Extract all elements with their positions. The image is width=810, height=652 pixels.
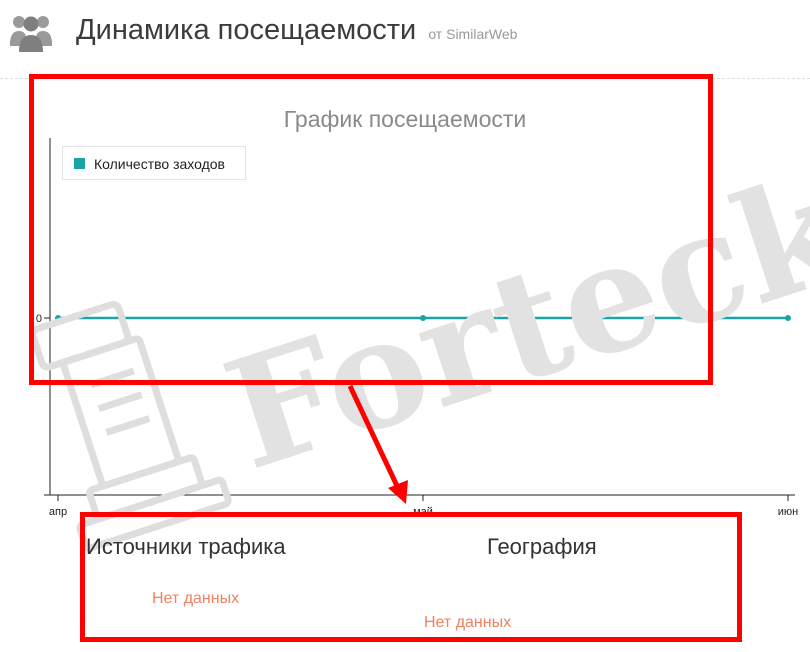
traffic-sources-empty: Нет данных	[152, 590, 240, 607]
highlight-box-sections	[80, 512, 742, 642]
geography-empty: Нет данных	[424, 614, 512, 631]
geography-title: География	[487, 534, 597, 559]
traffic-sources-title: Источники трафика	[86, 534, 286, 559]
